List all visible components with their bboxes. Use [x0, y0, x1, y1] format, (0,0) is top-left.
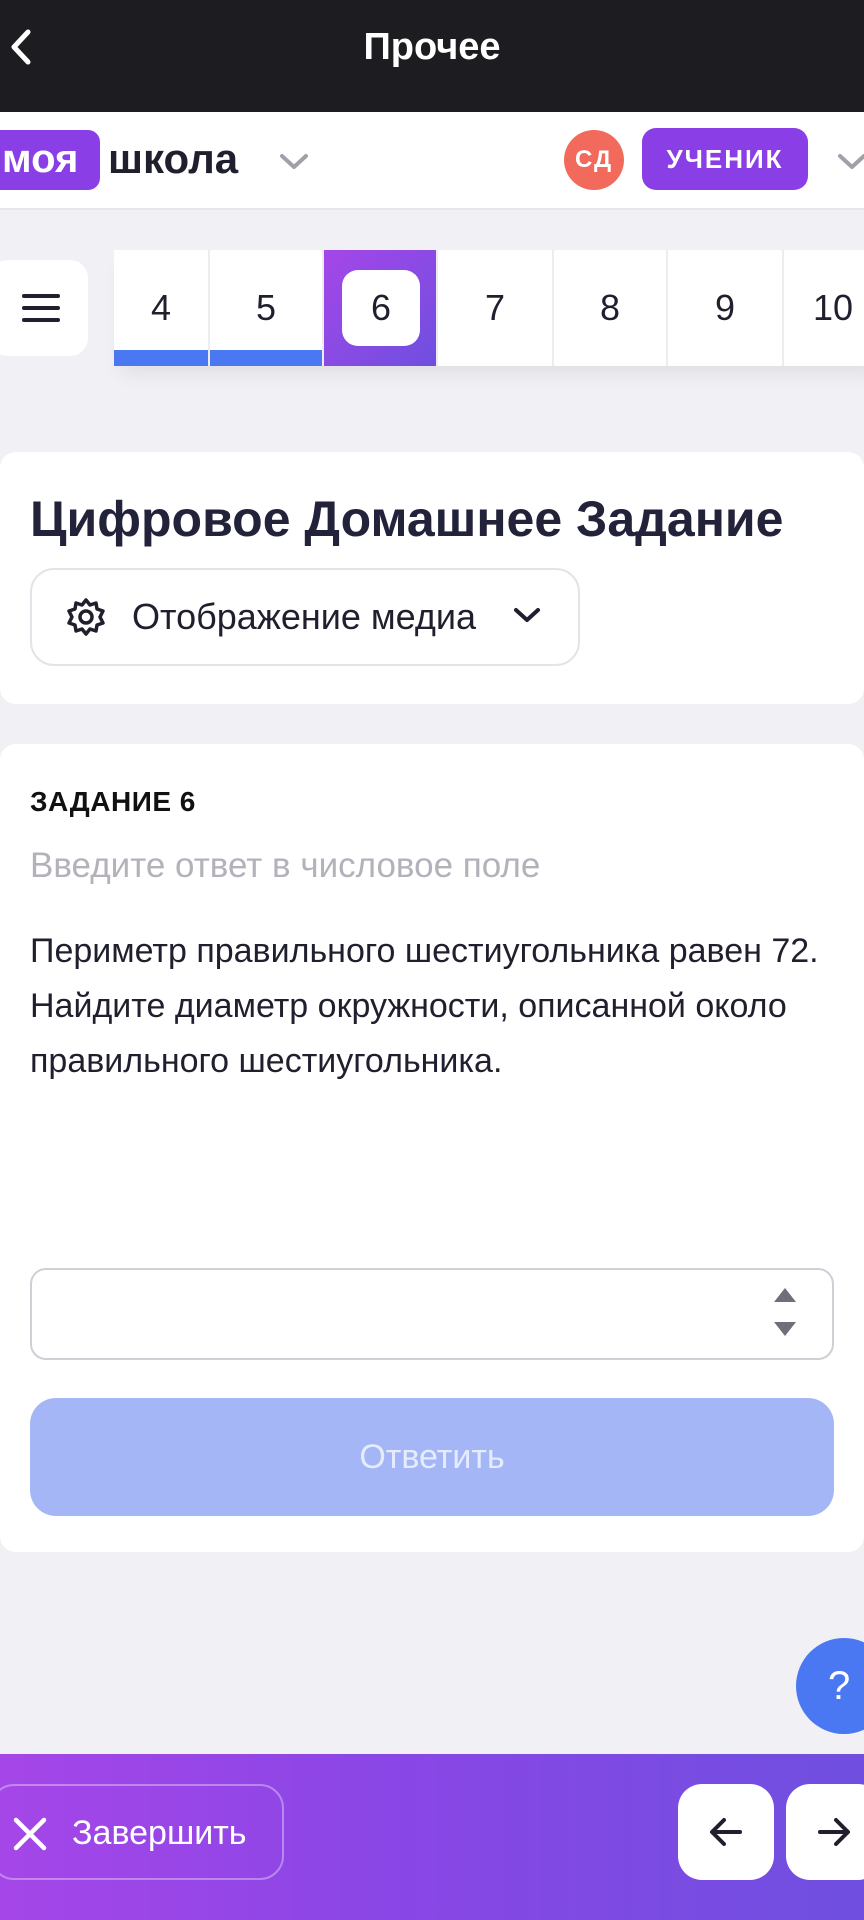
- task-tab-6-label: 6: [342, 270, 420, 346]
- previous-task-button[interactable]: [678, 1784, 774, 1880]
- logo-part2[interactable]: школа: [108, 130, 238, 188]
- gear-icon: [67, 598, 105, 636]
- homework-title: Цифровое Домашнее Задание: [30, 491, 784, 547]
- task-tab-10[interactable]: 10: [784, 250, 864, 366]
- stepper-down-icon[interactable]: [774, 1322, 796, 1336]
- chevron-down-icon[interactable]: [278, 152, 310, 172]
- finish-label: Завершить: [72, 1814, 247, 1852]
- task-tab-8[interactable]: 8: [554, 250, 668, 366]
- next-task-button[interactable]: [786, 1784, 864, 1880]
- bottom-action-bar: Завершить: [0, 1754, 864, 1920]
- help-button[interactable]: ?: [796, 1638, 864, 1734]
- app-header: моя школа СД УЧЕНИК: [0, 112, 864, 210]
- stepper-up-icon[interactable]: [774, 1288, 796, 1302]
- avatar[interactable]: СД: [564, 130, 624, 190]
- homework-header-card: Цифровое Домашнее Задание Отображение ме…: [0, 452, 864, 704]
- task-tab-6[interactable]: 6: [324, 250, 438, 366]
- task-tab-7[interactable]: 7: [438, 250, 554, 366]
- task-navigator: 4 5 6 7 8 9 10: [114, 250, 864, 366]
- logo-part1[interactable]: моя: [0, 130, 100, 190]
- media-display-label: Отображение медиа: [132, 596, 477, 637]
- submit-answer-button[interactable]: Ответить: [30, 1398, 834, 1516]
- chevron-down-icon: [514, 608, 540, 622]
- task-tab-9[interactable]: 9: [668, 250, 784, 366]
- close-icon: [13, 1817, 47, 1851]
- answer-number-input[interactable]: [30, 1268, 834, 1360]
- arrow-right-icon: [818, 1818, 850, 1846]
- page-title: Прочее: [363, 26, 501, 68]
- task-card: ЗАДАНИЕ 6 Введите ответ в числовое поле …: [0, 744, 864, 1552]
- role-badge[interactable]: УЧЕНИК: [642, 128, 808, 190]
- task-statement: Периметр правильного шестиугольника раве…: [30, 932, 819, 1080]
- chevron-down-icon[interactable]: [836, 152, 864, 172]
- task-tab-5[interactable]: 5: [210, 250, 324, 366]
- task-hint: Введите ответ в числовое поле: [30, 846, 541, 885]
- task-tab-4[interactable]: 4: [114, 250, 210, 366]
- menu-button[interactable]: [0, 260, 88, 356]
- arrow-left-icon: [710, 1818, 742, 1846]
- top-bar: Прочее: [0, 0, 864, 112]
- media-display-dropdown[interactable]: Отображение медиа: [30, 568, 580, 666]
- finish-button[interactable]: Завершить: [0, 1784, 284, 1880]
- task-number-label: ЗАДАНИЕ 6: [30, 786, 196, 817]
